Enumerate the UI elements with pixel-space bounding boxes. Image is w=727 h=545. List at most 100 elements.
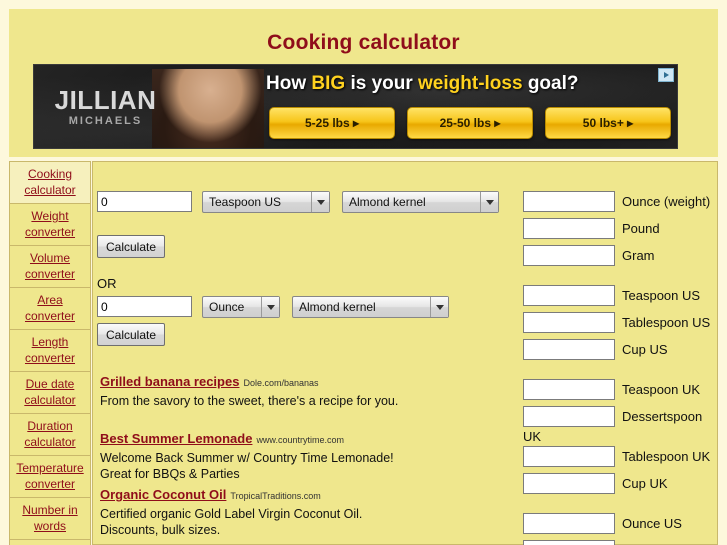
- result-input-dessertspoon-uk[interactable]: [523, 406, 615, 427]
- result-label-pound: Pound: [622, 221, 660, 236]
- ad-portrait-image: [152, 69, 264, 148]
- ad-cta-buttons: 5-25 lbs ▸ 25-50 lbs ▸ 50 lbs+ ▸: [269, 107, 671, 139]
- sidebar-link-temperature-converter[interactable]: Temperature converter: [12, 460, 88, 492]
- result-input-teaspoon-us[interactable]: [523, 285, 615, 306]
- sidebar-item-temperature-converter[interactable]: Temperature converter: [9, 456, 91, 498]
- ad-headline-goal: weight-loss: [418, 73, 523, 94]
- unit-select-row2-label: Ounce: [209, 300, 245, 314]
- sidebar-item-area-converter[interactable]: Area converter: [9, 288, 91, 330]
- result-label-teaspoon-us: Teaspoon US: [622, 288, 701, 303]
- result-label-ounce-us: Ounce US: [622, 516, 682, 531]
- ingredient-select-row2-label: Almond kernel: [299, 300, 376, 314]
- ad-brand-firstname: JILLIAN: [54, 85, 157, 115]
- sidebar-navigation: Cooking calculator Weight converter Volu…: [9, 161, 91, 545]
- text-ad-3-description: Certified organic Gold Label Virgin Coco…: [100, 507, 363, 537]
- chevron-down-icon[interactable]: [430, 297, 448, 317]
- sidebar-link-length-converter[interactable]: Length converter: [12, 334, 88, 366]
- text-ad-2-url: www.countrytime.com: [256, 435, 344, 445]
- text-ad-1-title[interactable]: Grilled banana recipes: [100, 374, 239, 389]
- result-input-tablespoon-uk[interactable]: [523, 446, 615, 467]
- amount-input-row1[interactable]: [97, 191, 192, 212]
- result-input-tablespoon-us[interactable]: [523, 312, 615, 333]
- sidebar-link-volume-converter[interactable]: Volume converter: [12, 250, 88, 282]
- sidebar-link-cooking-calculator[interactable]: Cooking calculator: [12, 166, 88, 198]
- chevron-down-icon[interactable]: [480, 192, 498, 212]
- result-input-ounce-us[interactable]: [523, 513, 615, 534]
- text-ad-2: Best Summer Lemonade www.countrytime.com …: [100, 430, 400, 482]
- text-ad-1: Grilled banana recipes Dole.com/bananas F…: [100, 373, 400, 409]
- result-input-gram[interactable]: [523, 245, 615, 266]
- ad-headline: How BIG is your weight-loss goal?: [266, 73, 667, 95]
- result-label-gram: Gram: [622, 248, 655, 263]
- result-input-cup-us[interactable]: [523, 339, 615, 360]
- amount-input-row2[interactable]: [97, 296, 192, 317]
- result-label-cup-uk: Cup UK: [622, 476, 668, 491]
- sidebar-item-due-date-calculator[interactable]: Due date calculator: [9, 372, 91, 414]
- result-row-gram: Gram: [523, 245, 655, 266]
- sidebar-item-number-in-words[interactable]: Number in words: [9, 498, 91, 540]
- ad-button-25-50[interactable]: 25-50 lbs ▸: [407, 107, 533, 139]
- ad-headline-big: BIG: [311, 73, 346, 94]
- ad-button-50-plus[interactable]: 50 lbs+ ▸: [545, 107, 671, 139]
- text-ad-1-url: Dole.com/bananas: [243, 378, 319, 388]
- banner-advertisement[interactable]: JILLIAN MICHAELS How BIG is your weight-…: [33, 64, 678, 149]
- result-input-teaspoon-uk[interactable]: [523, 379, 615, 400]
- ingredient-select-row2[interactable]: Almond kernel: [292, 296, 449, 318]
- result-label-teaspoon-uk: Teaspoon UK: [622, 382, 701, 397]
- sidebar-item-weight-converter[interactable]: Weight converter: [9, 204, 91, 246]
- ad-headline-part3: goal?: [522, 73, 579, 94]
- sidebar-link-area-converter[interactable]: Area converter: [12, 292, 88, 324]
- text-ad-2-description: Welcome Back Summer w/ Country Time Lemo…: [100, 451, 394, 481]
- ad-headline-part1: How: [266, 73, 312, 94]
- sidebar-item-volume-converter[interactable]: Volume converter: [9, 246, 91, 288]
- result-row-pound: Pound: [523, 218, 660, 239]
- chevron-down-icon[interactable]: [311, 192, 329, 212]
- result-input-ounce-weight[interactable]: [523, 191, 615, 212]
- result-row-tablespoon-uk: Tablespoon UK: [523, 446, 710, 467]
- result-input-cup-uk[interactable]: [523, 473, 615, 494]
- result-row-ounce-us: Ounce US: [523, 513, 682, 534]
- ingredient-select-row1[interactable]: Almond kernel: [342, 191, 499, 213]
- sidebar-link-duration-calculator[interactable]: Duration calculator: [12, 418, 88, 450]
- ad-brand: JILLIAN MICHAELS: [48, 87, 163, 127]
- sidebar-item-length-converter[interactable]: Length converter: [9, 330, 91, 372]
- result-row-ounce-uk: Ounce UK: [523, 540, 682, 545]
- result-label-ounce-weight: Ounce (weight): [622, 194, 711, 209]
- chevron-down-triangle-icon: [435, 304, 444, 310]
- calculate-button-row2[interactable]: Calculate: [97, 323, 166, 346]
- page-title: Cooking calculator: [267, 31, 460, 54]
- sidebar-item-cooking-calculator[interactable]: Cooking calculator: [9, 161, 91, 204]
- result-row-teaspoon-uk: Teaspoon UK: [523, 379, 700, 400]
- main-content: Teaspoon US Almond kernel Calculate OR O…: [92, 161, 718, 545]
- adchoices-icon[interactable]: [658, 68, 674, 82]
- adchoices-triangle-icon: [663, 72, 669, 78]
- text-ad-2-title[interactable]: Best Summer Lemonade: [100, 431, 252, 446]
- result-row-ounce-weight: Ounce (weight): [523, 191, 710, 212]
- unit-select-row1[interactable]: Teaspoon US: [202, 191, 330, 213]
- unit-select-row2[interactable]: Ounce: [202, 296, 280, 318]
- result-label-cup-us: Cup US: [622, 342, 668, 357]
- result-label-tablespoon-us: Tablespoon US: [622, 315, 711, 330]
- result-row-cup-uk: Cup UK: [523, 473, 668, 494]
- chevron-down-triangle-icon: [316, 199, 325, 205]
- ingredient-select-row1-label: Almond kernel: [349, 195, 426, 209]
- chevron-down-icon[interactable]: [261, 297, 279, 317]
- calculate-button-row1[interactable]: Calculate: [97, 235, 166, 258]
- ad-headline-part2: is your: [345, 73, 419, 94]
- result-row-tablespoon-us: Tablespoon US: [523, 312, 710, 333]
- or-label: OR: [97, 276, 117, 291]
- result-row-cup-us: Cup US: [523, 339, 668, 360]
- chevron-down-triangle-icon: [485, 199, 494, 205]
- chevron-down-triangle-icon: [266, 304, 275, 310]
- sidebar-link-weight-converter[interactable]: Weight converter: [12, 208, 88, 240]
- result-input-pound[interactable]: [523, 218, 615, 239]
- result-label-dessertspoon-uk: Dessertspoon: [622, 409, 703, 424]
- sidebar-item-duration-calculator[interactable]: Duration calculator: [9, 414, 91, 456]
- sidebar-link-due-date-calculator[interactable]: Due date calculator: [12, 376, 88, 408]
- text-ad-3: Organic Coconut Oil TropicalTraditions.co…: [100, 486, 400, 538]
- ad-button-5-25[interactable]: 5-25 lbs ▸: [269, 107, 395, 139]
- sidebar-link-number-in-words[interactable]: Number in words: [12, 502, 88, 534]
- sidebar-item-contact-us[interactable]: Contact us: [9, 540, 91, 545]
- text-ad-3-title[interactable]: Organic Coconut Oil: [100, 487, 226, 502]
- result-input-ounce-uk[interactable]: [523, 540, 615, 545]
